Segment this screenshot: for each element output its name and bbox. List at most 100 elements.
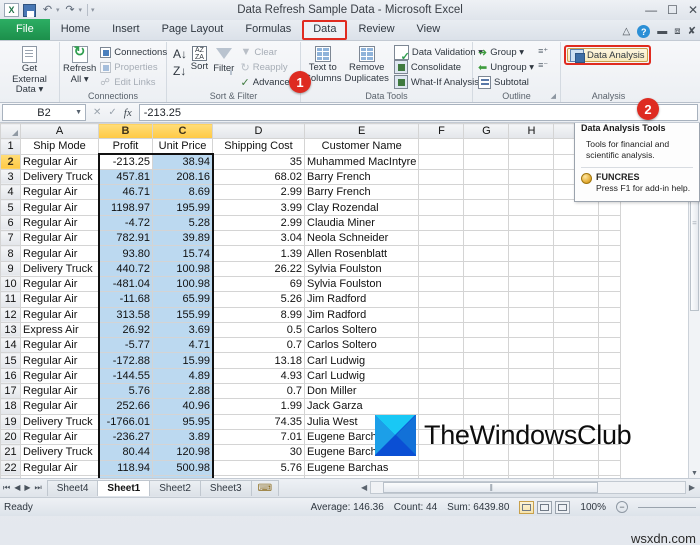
properties-button[interactable]: Properties [98,60,169,74]
cell-C8[interactable]: 15.74 [152,245,213,262]
cell-J5[interactable] [598,199,622,216]
col-header-C[interactable]: C [152,123,213,140]
cell-G13[interactable] [463,321,510,339]
next-sheet-icon[interactable]: ▶ [24,483,30,493]
cell-D14[interactable]: 0.7 [212,337,305,354]
sheet-tab-sheet4[interactable]: Sheet4 [46,480,99,496]
cell-G2[interactable] [463,153,510,170]
tab-data[interactable]: Data [302,20,348,40]
first-sheet-icon[interactable]: ⏮ [3,483,10,493]
cell-G1[interactable] [463,138,510,155]
cell-G15[interactable] [463,352,510,369]
cell-I22[interactable] [553,459,600,476]
show-detail-icon[interactable]: ≡⁺ [538,46,548,57]
row-header-12[interactable]: 12 [0,306,21,323]
zoom-level[interactable]: 100% [580,502,606,513]
cell-J19[interactable] [598,413,622,430]
cell-J21[interactable] [598,444,622,461]
cell-C21[interactable]: 120.98 [152,444,213,461]
cell-I12[interactable] [553,306,600,323]
row-header-22[interactable]: 22 [0,459,21,476]
cell-B17[interactable]: 5.76 [98,383,153,400]
cell-I17[interactable] [553,383,600,400]
cancel-icon[interactable]: ✕ [93,107,101,118]
cell-H9[interactable] [508,260,555,277]
cell-E10[interactable]: Sylvia Foulston [303,275,420,293]
sort-ascending-icon[interactable]: A↓ [173,47,187,61]
cell-D19[interactable]: 74.35 [212,413,305,430]
cell-E12[interactable]: Jim Radford [303,306,420,323]
cell-I19[interactable] [553,413,600,430]
zoom-out-icon[interactable]: − [616,501,628,513]
cell-E13[interactable]: Carlos Soltero [303,321,420,339]
cell-B6[interactable]: -4.72 [98,214,153,232]
close-window-icon[interactable]: ✘ [688,26,696,37]
col-header-D[interactable]: D [212,123,305,140]
cell-F17[interactable] [418,383,465,400]
col-header-B[interactable]: B [98,123,153,140]
cell-G10[interactable] [463,275,510,293]
cell-H11[interactable] [508,291,555,308]
cell-A16[interactable]: Regular Air [20,367,99,385]
cell-F4[interactable] [418,184,465,201]
cell-E16[interactable]: Carl Ludwig [303,367,420,385]
tab-review[interactable]: Review [347,20,405,40]
cell-H12[interactable] [508,306,555,323]
select-all-corner[interactable] [0,123,21,140]
cell-G5[interactable] [463,199,510,216]
cell-A1[interactable]: Ship Mode [20,138,99,155]
undo-dropdown-icon[interactable]: ▾ [56,6,60,14]
cell-J6[interactable] [598,214,622,232]
cell-B16[interactable]: -144.55 [98,367,153,385]
cell-G11[interactable] [463,291,510,308]
remove-duplicates-button[interactable]: Remove Duplicates [345,44,389,84]
cell-A20[interactable]: Regular Air [20,428,99,446]
cell-J18[interactable] [598,398,622,415]
cell-F6[interactable] [418,214,465,232]
horizontal-scroll-thumb[interactable] [383,482,599,493]
get-external-data-button[interactable]: Get External Data ▾ [7,44,53,96]
normal-view-icon[interactable] [519,500,535,514]
cell-A2[interactable]: Regular Air [20,153,99,170]
cell-E21[interactable]: Eugene Barchas [303,444,420,461]
sort-descending-icon[interactable]: Z↓ [173,64,186,78]
row-header-8[interactable]: 8 [0,245,21,262]
cell-E20[interactable]: Eugene Barchas [303,428,420,446]
cell-G8[interactable] [463,245,510,262]
cell-J9[interactable] [598,260,622,277]
page-layout-view-icon[interactable] [537,500,553,514]
cell-C12[interactable]: 155.99 [152,306,213,323]
cell-C4[interactable]: 8.69 [152,184,213,201]
cell-I7[interactable] [553,230,600,247]
cell-D9[interactable]: 26.22 [212,260,305,277]
cell-B20[interactable]: -236.27 [98,428,153,446]
cell-J8[interactable] [598,245,622,262]
cell-H16[interactable] [508,367,555,385]
quick-access-toolbar[interactable]: X ↶ ▾ ↷ ▾ ▾ [4,3,95,18]
cell-F9[interactable] [418,260,465,277]
row-header-18[interactable]: 18 [0,398,21,415]
cell-B12[interactable]: 313.58 [98,306,153,323]
cell-E15[interactable]: Carl Ludwig [303,352,420,369]
cell-F10[interactable] [418,275,465,293]
cell-A5[interactable]: Regular Air [20,199,99,216]
cell-G9[interactable] [463,260,510,277]
row-header-14[interactable]: 14 [0,337,21,354]
cell-F2[interactable] [418,153,465,170]
cell-I14[interactable] [553,337,600,354]
cell-A4[interactable]: Regular Air [20,184,99,201]
cell-F11[interactable] [418,291,465,308]
cell-C1[interactable]: Unit Price [152,138,213,155]
cell-H7[interactable] [508,230,555,247]
cell-B15[interactable]: -172.88 [98,352,153,369]
cell-A7[interactable]: Regular Air [20,230,99,247]
cell-D5[interactable]: 3.99 [212,199,305,216]
cell-A21[interactable]: Delivery Truck [20,444,99,461]
cell-D18[interactable]: 1.99 [212,398,305,415]
tab-file[interactable]: File [0,19,50,40]
cell-E17[interactable]: Don Miller [303,383,420,400]
cell-H22[interactable] [508,459,555,476]
edit-links-button[interactable]: ☍ Edit Links [98,75,169,89]
cell-J14[interactable] [598,337,622,354]
cell-C9[interactable]: 100.98 [152,260,213,277]
